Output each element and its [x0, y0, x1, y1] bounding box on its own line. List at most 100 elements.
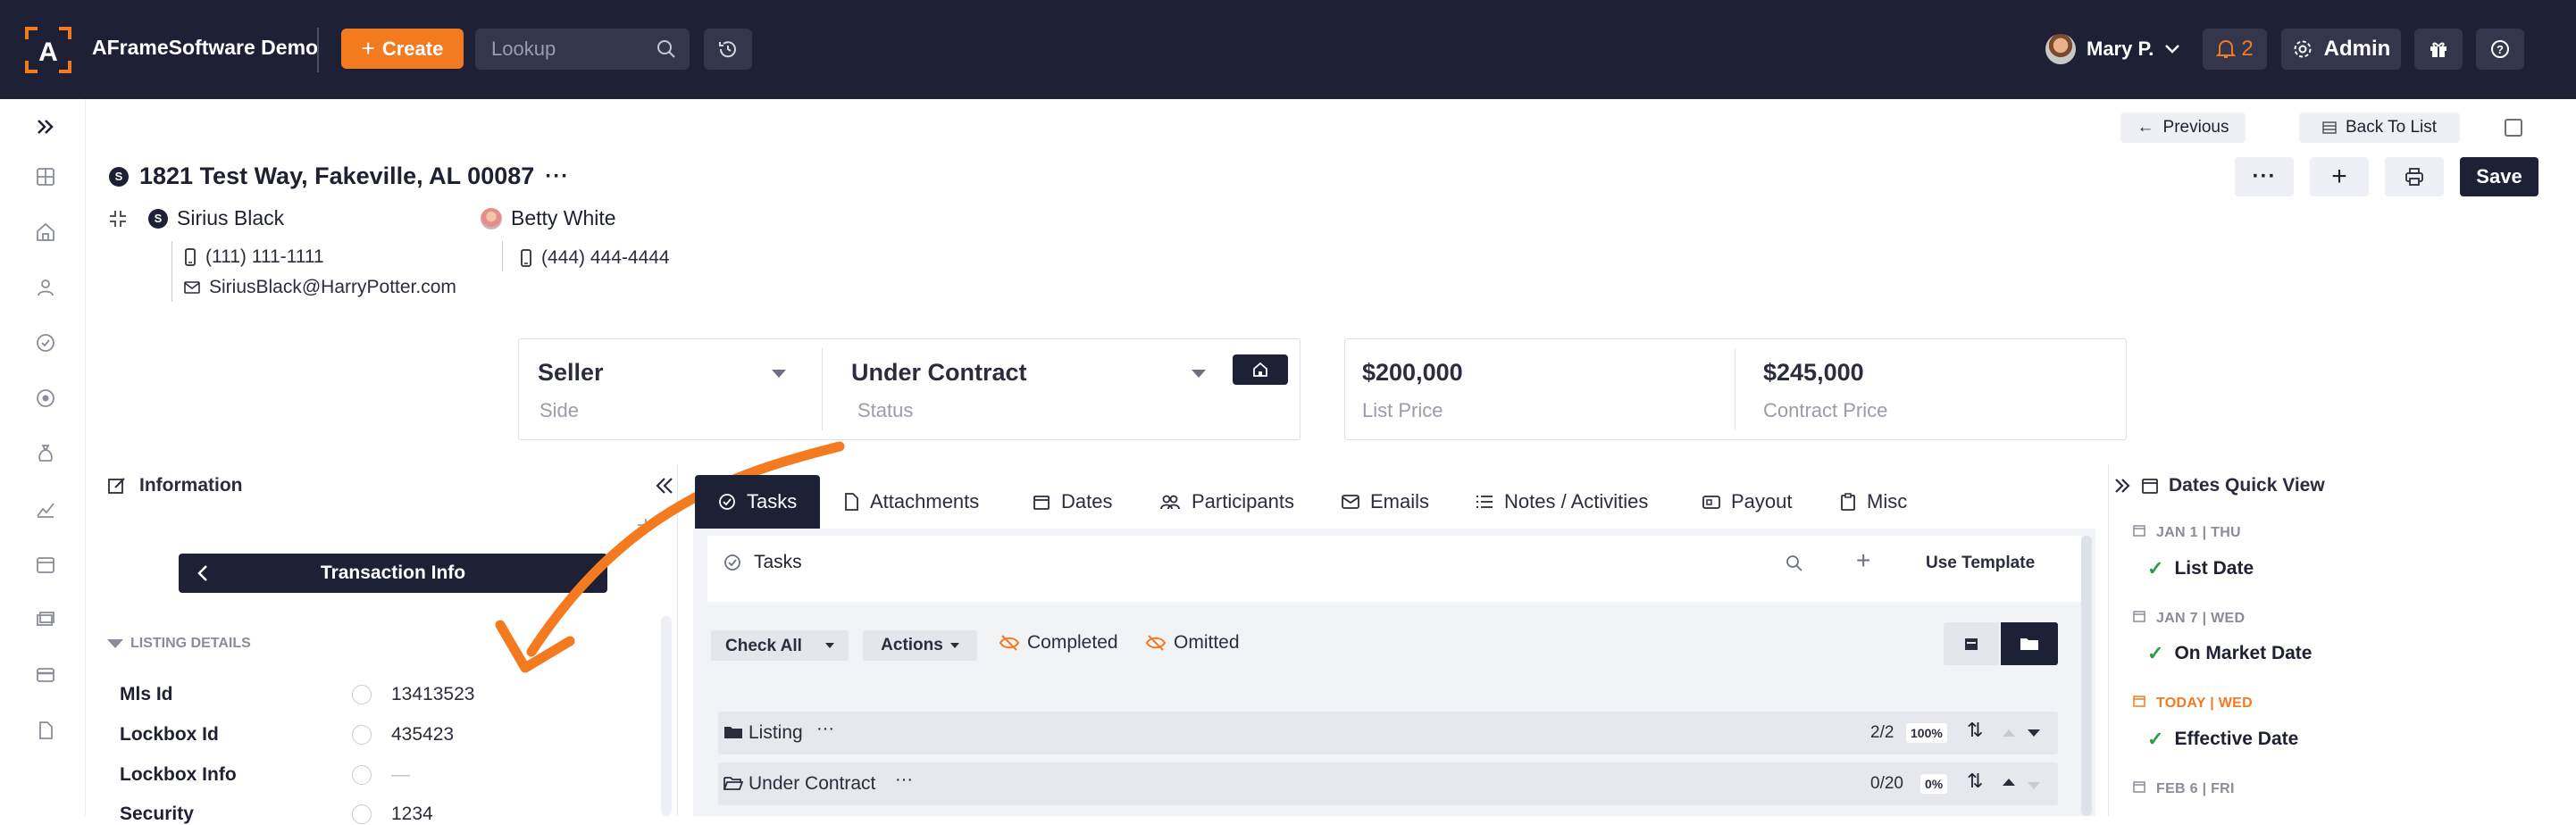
sidebar-item-billing[interactable]: [30, 660, 61, 690]
calendar-icon: [1033, 496, 1050, 510]
agent-phone[interactable]: (111) 111-1111: [184, 246, 324, 268]
ellipsis-icon[interactable]: ···: [816, 719, 834, 739]
sort-icon[interactable]: ⇅: [1967, 770, 1983, 793]
folder-view-button[interactable]: [2001, 622, 2058, 665]
date-label: FEB 6 | FRI: [2156, 781, 2235, 796]
move-up-icon[interactable]: [2003, 729, 2015, 737]
aframe-logo[interactable]: A: [25, 27, 71, 73]
collapse-icon[interactable]: [108, 209, 128, 229]
calendar-icon: [37, 557, 54, 573]
tab-attachments[interactable]: Attachments: [843, 475, 979, 529]
search-icon[interactable]: [1785, 554, 1804, 573]
side-dropdown-icon[interactable]: [772, 370, 786, 378]
tab-misc[interactable]: Misc: [1840, 475, 1907, 529]
folder-icon: [724, 727, 742, 738]
app-title[interactable]: AFrameSoftware Demo: [92, 36, 318, 60]
print-button[interactable]: [2385, 157, 2444, 196]
lookup-input[interactable]: [475, 29, 645, 70]
previous-button[interactable]: ← Previous: [2120, 112, 2246, 143]
agent-betty[interactable]: Betty White: [481, 206, 616, 230]
notifications-button[interactable]: 2: [2203, 29, 2267, 70]
address[interactable]: 1821 Test Way, Fakeville, AL 00087: [139, 162, 534, 190]
expand-sidebar-button[interactable]: [30, 112, 61, 142]
status-value[interactable]: Under Contract: [851, 359, 1027, 387]
actions-dropdown[interactable]: Actions: [863, 630, 977, 661]
check-all-button[interactable]: Check All: [711, 630, 849, 661]
admin-button[interactable]: Admin: [2281, 29, 2401, 70]
check-circle-icon: [719, 494, 735, 510]
sidebar-item-calendar[interactable]: [30, 549, 61, 579]
contract-price-value[interactable]: $245,000: [1763, 359, 1864, 387]
field-checkbox[interactable]: [352, 804, 372, 824]
sidebar-item-payments[interactable]: [30, 604, 61, 635]
tab-emails[interactable]: Emails: [1342, 475, 1429, 529]
field-value[interactable]: —: [391, 764, 410, 786]
field-value[interactable]: 13413523: [391, 684, 474, 705]
history-button[interactable]: [704, 29, 752, 70]
list-price-value[interactable]: $200,000: [1362, 359, 1463, 387]
tasks-scrollbar[interactable]: [2081, 536, 2092, 816]
sidebar-item-dashboard[interactable]: [30, 162, 61, 192]
calendar-view-button[interactable]: [1944, 622, 1999, 665]
field-value[interactable]: 1234: [391, 804, 433, 825]
list-icon: [1476, 496, 1493, 508]
credit-card-icon: [37, 668, 54, 682]
status-dropdown-icon[interactable]: [1192, 370, 1206, 378]
tab-payout[interactable]: Payout: [1702, 475, 1793, 529]
date-item[interactable]: ✓ List Date: [2147, 557, 2254, 580]
listing-details-header[interactable]: LISTING DETAILS: [107, 636, 251, 652]
date-item[interactable]: ✓ On Market Date: [2147, 642, 2312, 665]
ellipsis-icon[interactable]: ···: [895, 770, 913, 790]
add-button[interactable]: +: [2310, 157, 2369, 196]
move-down-icon[interactable]: [2028, 729, 2040, 737]
sort-icon[interactable]: ⇅: [1967, 719, 1983, 742]
sidebar-item-goals[interactable]: [30, 383, 61, 413]
field-checkbox[interactable]: [352, 725, 372, 745]
side-value[interactable]: Seller: [538, 359, 604, 387]
user-menu[interactable]: Mary P.: [2045, 34, 2180, 64]
dates-quick-view-header: Dates Quick View: [2113, 475, 2325, 496]
property-button[interactable]: [1233, 354, 1288, 385]
sidebar-item-contacts[interactable]: [30, 272, 61, 303]
agent-email[interactable]: SiriusBlack@HarryPotter.com: [184, 277, 456, 298]
task-group-row[interactable]: Under Contract ··· 0/20 0% ⇅: [718, 762, 2058, 805]
move-down-icon[interactable]: [2028, 782, 2040, 789]
tab-participants[interactable]: Participants: [1159, 475, 1294, 529]
folder-open-icon: [723, 777, 743, 790]
tab-notes-activities[interactable]: Notes / Activities: [1476, 475, 1648, 529]
date-item[interactable]: ✓ Effective Date: [2147, 728, 2298, 751]
price-box: [1344, 338, 2127, 440]
sidebar-item-documents[interactable]: [30, 715, 61, 746]
caret-down-icon: [949, 643, 959, 648]
home-icon: [1253, 362, 1267, 377]
sidebar-item-reports[interactable]: [30, 494, 61, 524]
back-to-list-button[interactable]: Back To List: [2299, 112, 2460, 143]
select-checkbox[interactable]: [2505, 119, 2522, 137]
more-options-button[interactable]: ···: [2235, 157, 2294, 196]
tab-dates[interactable]: Dates: [1033, 475, 1112, 529]
gift-button[interactable]: [2414, 29, 2463, 70]
double-chevron-right-icon[interactable]: [2113, 477, 2131, 495]
lookup-field[interactable]: [475, 29, 690, 70]
omitted-toggle[interactable]: Omitted: [1145, 632, 1240, 654]
sidebar-item-properties[interactable]: [30, 217, 61, 247]
agent2-phone[interactable]: (444) 444-4444: [520, 247, 670, 269]
use-template-button[interactable]: Use Template: [1926, 554, 2035, 573]
field-value[interactable]: 435423: [391, 724, 454, 746]
move-up-icon[interactable]: [2003, 779, 2015, 786]
sidebar-item-finance[interactable]: [30, 438, 61, 469]
agent-sirius[interactable]: S Sirius Black: [148, 206, 284, 230]
help-button[interactable]: ?: [2476, 29, 2524, 70]
save-button[interactable]: Save: [2460, 157, 2538, 196]
task-group-row[interactable]: Listing ··· 2/2 100% ⇅: [718, 712, 2058, 754]
tab-tasks[interactable]: Tasks: [695, 475, 821, 529]
panel-divider: [2108, 464, 2109, 816]
field-checkbox[interactable]: [352, 685, 372, 704]
completed-toggle[interactable]: Completed: [999, 632, 1118, 654]
field-checkbox[interactable]: [352, 765, 372, 785]
sidebar-item-tasks[interactable]: [30, 328, 61, 358]
ellipsis-icon[interactable]: ···: [545, 164, 569, 189]
search-icon[interactable]: [656, 38, 677, 60]
add-task-icon[interactable]: +: [1856, 546, 1870, 575]
create-button[interactable]: + Create: [341, 29, 464, 69]
